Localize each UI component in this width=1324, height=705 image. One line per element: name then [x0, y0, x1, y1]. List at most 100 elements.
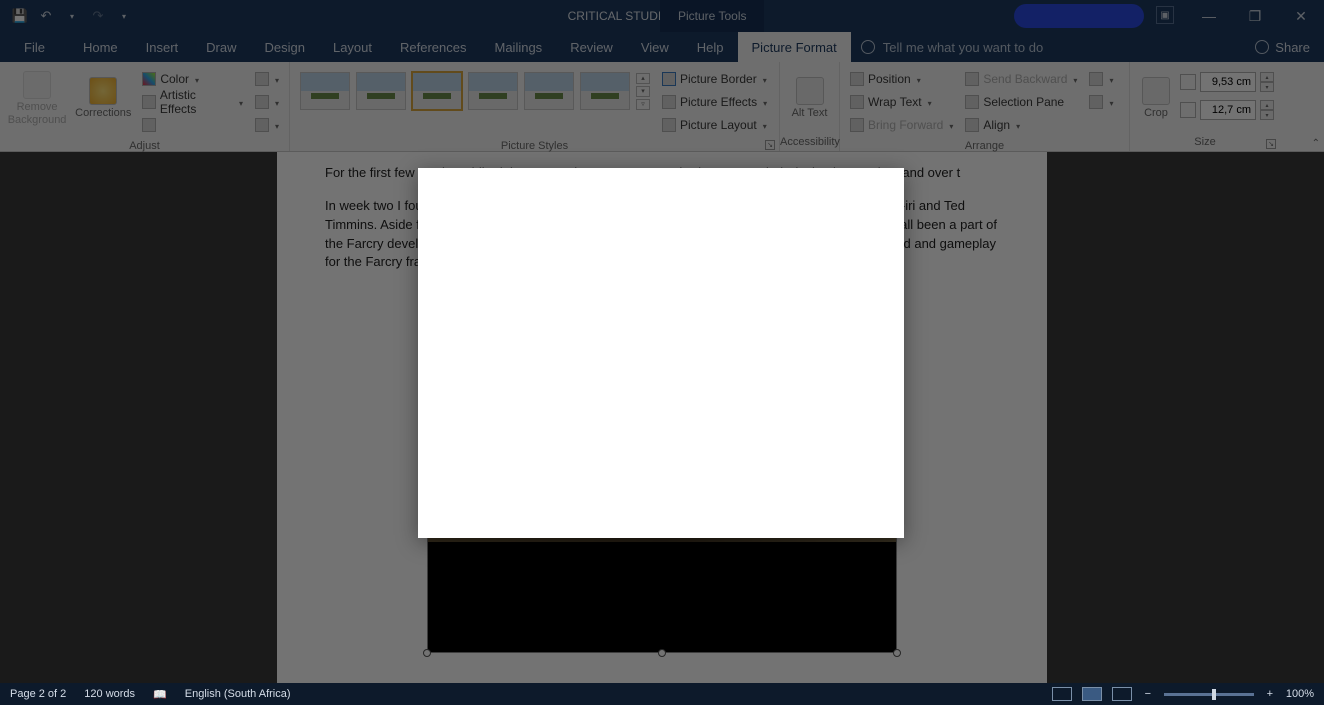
- layout-icon: [662, 118, 676, 132]
- picture-layout-button[interactable]: Picture Layout: [658, 114, 771, 136]
- remove-background-button[interactable]: Remove Background: [6, 66, 68, 132]
- zoom-thumb[interactable]: [1212, 689, 1216, 700]
- style-thumb[interactable]: [300, 72, 350, 110]
- tab-help[interactable]: Help: [683, 32, 738, 62]
- tab-picture-format[interactable]: Picture Format: [738, 32, 851, 62]
- language-indicator[interactable]: English (South Africa): [185, 688, 291, 700]
- picture-styles-gallery[interactable]: ▴▾▿: [296, 66, 654, 116]
- gallery-scroll[interactable]: ▴▾▿: [636, 73, 650, 110]
- position-button[interactable]: Position: [846, 68, 957, 90]
- tab-review[interactable]: Review: [556, 32, 627, 62]
- zoom-out-button[interactable]: −: [1142, 688, 1154, 700]
- style-thumb[interactable]: [580, 72, 630, 110]
- artistic-effects-button[interactable]: Artistic Effects: [138, 91, 247, 113]
- group-size: Crop ▴▾ ▴▾ Size↘: [1130, 62, 1280, 151]
- zoom-level[interactable]: 100%: [1286, 688, 1314, 700]
- page-indicator[interactable]: Page 2 of 2: [10, 688, 66, 700]
- tab-design[interactable]: Design: [251, 32, 319, 62]
- zoom-in-button[interactable]: +: [1264, 688, 1276, 700]
- group-accessibility: Alt Text Accessibility: [780, 62, 840, 151]
- wrap-text-button[interactable]: Wrap Text: [846, 91, 957, 113]
- redo-icon[interactable]: ↷: [90, 8, 106, 24]
- color-button[interactable]: Color: [138, 68, 247, 90]
- corrections-button[interactable]: Corrections: [72, 66, 134, 132]
- width-spinner[interactable]: ▴▾: [1260, 100, 1274, 120]
- web-layout-button[interactable]: [1112, 687, 1132, 701]
- redacted-account: [1014, 4, 1144, 28]
- save-icon[interactable]: 💾: [12, 8, 28, 24]
- selection-icon: [965, 95, 979, 109]
- collapse-ribbon-icon[interactable]: ⌃: [1312, 138, 1320, 149]
- style-thumb[interactable]: [468, 72, 518, 110]
- tab-references[interactable]: References: [386, 32, 480, 62]
- styles-launcher-icon[interactable]: ↘: [765, 140, 775, 150]
- close-button[interactable]: ✕: [1278, 0, 1324, 32]
- group-objects-button[interactable]: [1085, 68, 1117, 90]
- height-spinner[interactable]: ▴▾: [1260, 72, 1274, 92]
- modal-dialog[interactable]: [418, 168, 904, 538]
- style-thumb[interactable]: [356, 72, 406, 110]
- width-input[interactable]: [1200, 100, 1256, 120]
- crop-icon: [1142, 77, 1170, 105]
- group-picture-styles: ▴▾▿ Picture Border Picture Effects Pictu…: [290, 62, 780, 151]
- picture-effects-label: Picture Effects: [680, 95, 757, 109]
- share-icon: [1255, 40, 1269, 54]
- tell-me-placeholder: Tell me what you want to do: [883, 40, 1043, 55]
- color-icon: [142, 72, 156, 86]
- bring-forward-button[interactable]: Bring Forward: [846, 114, 957, 136]
- minimize-button[interactable]: —: [1186, 0, 1232, 32]
- bring-forward-label: Bring Forward: [868, 118, 943, 132]
- tab-file[interactable]: File: [10, 32, 59, 62]
- print-layout-button[interactable]: [1082, 687, 1102, 701]
- picture-layout-label: Picture Layout: [680, 118, 757, 132]
- height-input[interactable]: [1200, 72, 1256, 92]
- transparency-button[interactable]: [138, 114, 247, 136]
- reset-picture-button[interactable]: [251, 114, 283, 136]
- size-launcher-icon[interactable]: ↘: [1266, 139, 1276, 149]
- style-thumb[interactable]: [412, 72, 462, 110]
- qat-customize-icon[interactable]: ▾: [116, 8, 132, 24]
- read-mode-button[interactable]: [1052, 687, 1072, 701]
- crop-button[interactable]: Crop: [1136, 66, 1176, 132]
- tab-insert[interactable]: Insert: [132, 32, 193, 62]
- share-button[interactable]: Share: [1255, 32, 1310, 62]
- ribbon-tabs: File Home Insert Draw Design Layout Refe…: [0, 32, 1324, 62]
- style-thumb[interactable]: [524, 72, 574, 110]
- selection-pane-button[interactable]: Selection Pane: [961, 91, 1081, 113]
- compress-pictures-button[interactable]: [251, 68, 283, 90]
- crop-label: Crop: [1144, 107, 1168, 120]
- tab-layout[interactable]: Layout: [319, 32, 386, 62]
- resize-handle[interactable]: [423, 649, 431, 657]
- zoom-slider[interactable]: [1164, 693, 1254, 696]
- effects-icon: [662, 95, 676, 109]
- tab-home[interactable]: Home: [69, 32, 132, 62]
- rotate-icon: [1089, 95, 1103, 109]
- artistic-icon: [142, 95, 156, 109]
- tell-me-search[interactable]: Tell me what you want to do: [861, 32, 1043, 62]
- compress-icon: [255, 72, 269, 86]
- alt-text-button[interactable]: Alt Text: [786, 66, 833, 132]
- group-icon: [1089, 72, 1103, 86]
- ribbon-display-options-icon[interactable]: ▣: [1156, 6, 1174, 24]
- undo-icon[interactable]: ↶: [38, 8, 54, 24]
- picture-effects-button[interactable]: Picture Effects: [658, 91, 771, 113]
- tab-view[interactable]: View: [627, 32, 683, 62]
- change-picture-button[interactable]: [251, 91, 283, 113]
- maximize-button[interactable]: ❐: [1232, 0, 1278, 32]
- group-styles-label: Picture Styles↘: [290, 140, 779, 152]
- resize-handle[interactable]: [658, 649, 666, 657]
- tab-mailings[interactable]: Mailings: [481, 32, 557, 62]
- backward-icon: [965, 72, 979, 86]
- forward-icon: [850, 118, 864, 132]
- send-backward-button[interactable]: Send Backward: [961, 68, 1081, 90]
- rotate-button[interactable]: [1085, 91, 1117, 113]
- spell-check-icon[interactable]: 📖: [153, 688, 167, 701]
- align-button[interactable]: Align: [961, 114, 1081, 136]
- undo-dropdown-icon[interactable]: ▾: [64, 8, 80, 24]
- status-bar: Page 2 of 2 120 words 📖 English (South A…: [0, 683, 1324, 705]
- lightbulb-icon: [861, 40, 875, 54]
- picture-border-button[interactable]: Picture Border: [658, 68, 771, 90]
- tab-draw[interactable]: Draw: [192, 32, 250, 62]
- word-count[interactable]: 120 words: [84, 688, 135, 700]
- resize-handle[interactable]: [893, 649, 901, 657]
